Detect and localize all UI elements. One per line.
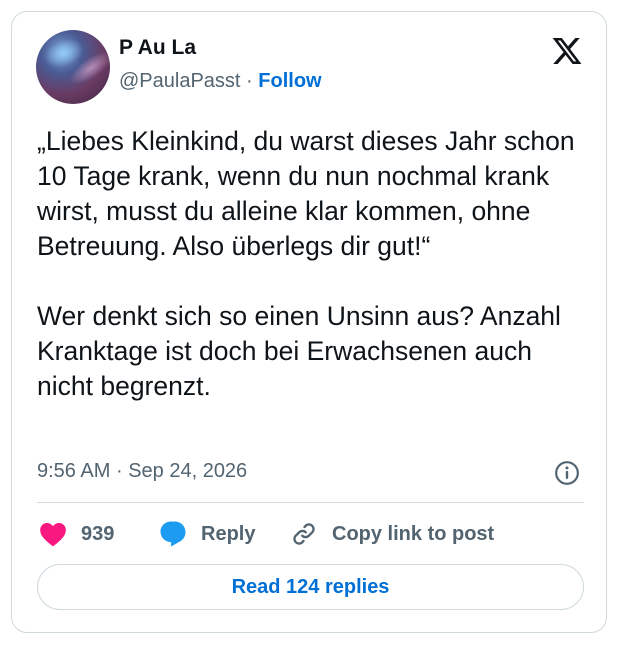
like-count: 939 (81, 522, 115, 545)
author-handle-row: @PaulaPasst · Follow (119, 70, 322, 93)
reply-button[interactable]: Reply (158, 517, 255, 551)
copy-link-label: Copy link to post (332, 522, 495, 545)
separator-dot: · (246, 70, 253, 92)
divider (37, 502, 584, 503)
link-icon (293, 523, 315, 545)
tweet-date: Sep 24, 2026 (128, 460, 248, 482)
like-button[interactable]: 939 (39, 517, 114, 551)
reply-label: Reply (201, 522, 256, 545)
speech-bubble-icon (160, 521, 186, 547)
x-logo-icon[interactable] (551, 35, 583, 67)
tweet-card: P Au La @PaulaPasst · Follow „Liebes Kle… (11, 11, 607, 633)
tweet-paragraph: „Liebes Kleinkind, du warst dieses Jahr … (37, 126, 575, 261)
follow-button[interactable]: Follow (258, 70, 321, 92)
tweet-text: „Liebes Kleinkind, du warst dieses Jahr … (37, 124, 587, 404)
author-handle[interactable]: @PaulaPasst (119, 70, 240, 92)
copy-link-button[interactable]: Copy link to post (290, 517, 494, 551)
author-name[interactable]: P Au La (119, 36, 196, 60)
tweet-time: 9:56 AM (37, 460, 111, 482)
info-icon[interactable] (554, 460, 580, 486)
separator-dot: · (115, 460, 123, 482)
tweet-paragraph: Wer denkt sich so einen Unsinn aus? Anza… (37, 301, 561, 401)
avatar[interactable] (36, 30, 110, 104)
tweet-timestamp[interactable]: 9:56 AM · Sep 24, 2026 (37, 460, 247, 483)
heart-icon (40, 523, 66, 547)
read-replies-button[interactable]: Read 124 replies (37, 564, 584, 610)
